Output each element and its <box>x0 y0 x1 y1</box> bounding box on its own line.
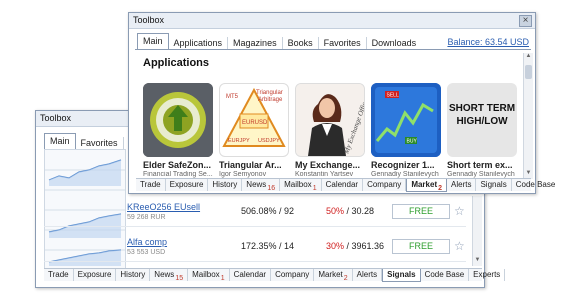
back-tab-main[interactable]: Main <box>44 133 76 150</box>
app-thumbnail[interactable] <box>143 83 213 157</box>
btab-trade[interactable]: Trade <box>136 179 166 191</box>
free-button[interactable]: FREE <box>392 239 450 254</box>
app-author: Gennadiy Stanilevych <box>371 171 439 178</box>
tab-main[interactable]: Main <box>137 33 169 50</box>
back-bottom-tabs: Trade Exposure History News15 Mailbox1 C… <box>44 268 506 282</box>
triangular-arbitrage-logo: MT5 Triangular Arbitrage EURUSD EURJPY U… <box>222 87 286 147</box>
app-author: Konstantin Yartsev <box>295 171 354 178</box>
btab-exposure[interactable]: Exposure <box>166 179 209 191</box>
app-card[interactable]: SELL BUY Recognizer 1... Gennadiy Stanil… <box>371 83 441 193</box>
back-btab-experts[interactable]: Experts <box>469 269 506 281</box>
app-name[interactable]: Elder SafeZon... <box>143 160 213 170</box>
section-title: Applications <box>143 57 210 69</box>
app-card[interactable]: MT5 Triangular Arbitrage EURUSD EURJPY U… <box>219 83 289 193</box>
btab-calendar[interactable]: Calendar <box>322 179 364 191</box>
btab-signals[interactable]: Signals <box>476 179 512 191</box>
mini-chart-area-1 <box>49 160 121 186</box>
btab-history[interactable]: History <box>208 179 243 191</box>
front-window-title: Toolbox × <box>129 13 535 29</box>
signal-drawdown-rest: / 30.28 <box>344 206 375 216</box>
btab-market[interactable]: Market2 <box>406 179 448 192</box>
back-scrollbar[interactable]: ▼ <box>472 196 482 266</box>
signal-growth: 506.08% / 92 <box>241 206 295 216</box>
front-bottom-tabs: Trade Exposure History News16 Mailbox1 C… <box>136 178 555 192</box>
app-card[interactable]: My Exchange Office My Exchange... Konsta… <box>295 83 365 193</box>
back-btab-company[interactable]: Company <box>271 269 315 281</box>
back-btab-calendar[interactable]: Calendar <box>230 269 272 281</box>
signal-growth: 172.35% / 14 <box>241 241 295 251</box>
btab-codebase[interactable]: Code Base <box>512 179 560 191</box>
front-toolbox-window: Toolbox × Main Applications Magazines Bo… <box>128 12 555 194</box>
app-author: Igor Semyonov <box>219 171 267 178</box>
app-name[interactable]: My Exchange... <box>295 160 365 170</box>
thumb-label-mt5: MT5 <box>226 94 239 100</box>
app-thumbnail[interactable]: SELL BUY <box>371 83 441 157</box>
signal-drawdown-pct: 30% <box>326 241 345 251</box>
signal-drawdown: 50% / 30.28 <box>326 206 374 216</box>
front-scrollbar[interactable]: ▲ ▼ <box>523 53 533 179</box>
app-thumbnail[interactable]: MT5 Triangular Arbitrage EURUSD EURJPY U… <box>219 83 289 157</box>
elder-safezone-logo <box>143 83 213 157</box>
back-btab-alerts[interactable]: Alerts <box>353 269 383 281</box>
scroll-down-arrow[interactable]: ▼ <box>473 257 482 266</box>
tabs-underline <box>135 49 531 50</box>
back-btab-history[interactable]: History <box>116 269 151 281</box>
recognizer-chart-art: SELL BUY <box>371 83 441 157</box>
thumb-label-arbitrage: Arbitrage <box>258 97 283 103</box>
thumb-label-sell: SELL <box>387 93 399 99</box>
back-btab-codebase[interactable]: Code Base <box>421 269 470 281</box>
short-term-thumb-line2: HIGH/LOW <box>456 116 508 127</box>
app-name[interactable]: Short term ex... <box>447 160 517 170</box>
app-thumbnail[interactable]: SHORT TERM HIGH/LOW <box>447 83 517 157</box>
btab-news[interactable]: News16 <box>242 179 281 192</box>
front-top-tabs: Main Applications Magazines Books Favori… <box>137 33 421 50</box>
thumb-label-triangular: Triangular <box>256 90 283 96</box>
balance-link[interactable]: Balance: 63.54 USD <box>447 37 529 47</box>
signal-sub: 59 268 RUR <box>127 214 166 221</box>
signal-drawdown-pct: 50% <box>326 206 345 216</box>
thumb-label-eurjpy: EURJPY <box>228 138 250 144</box>
front-window-title-text: Toolbox <box>133 15 165 25</box>
free-button[interactable]: FREE <box>392 204 450 219</box>
app-card[interactable]: SHORT TERM HIGH/LOW Short term ex... Gen… <box>447 83 517 193</box>
btab-mailbox[interactable]: Mailbox1 <box>280 179 322 192</box>
signal-row[interactable]: Alfa comp 53 553 USD 172.35% / 14 30% / … <box>44 233 466 262</box>
star-icon[interactable]: ☆ <box>454 204 465 218</box>
close-icon[interactable]: × <box>519 15 532 27</box>
back-btab-trade[interactable]: Trade <box>44 269 74 281</box>
thumb-label-eurusd: EURUSD <box>242 120 268 126</box>
back-btab-signals[interactable]: Signals <box>382 269 421 282</box>
signal-row[interactable]: KReeO256 EUsell 59 268 RUR 506.08% / 92 … <box>44 198 466 227</box>
thumb-label-buy: BUY <box>407 139 418 145</box>
signal-drawdown: 30% / 3961.36 <box>326 241 384 251</box>
app-name[interactable]: Recognizer 1... <box>371 160 441 170</box>
btab-company[interactable]: Company <box>363 179 407 191</box>
signal-drawdown-rest: / 3961.36 <box>344 241 385 251</box>
app-thumbnail[interactable]: My Exchange Office <box>295 83 365 157</box>
signal-name[interactable]: Alfa comp <box>127 237 167 247</box>
btab-alerts[interactable]: Alerts <box>447 179 477 191</box>
back-btab-news[interactable]: News15 <box>150 269 189 282</box>
my-exchange-office-art: My Exchange Office <box>296 84 364 156</box>
app-author: Financial Trading Se... <box>143 171 213 178</box>
back-btab-market[interactable]: Market2 <box>314 269 353 282</box>
thumb-label-usdjpy: USDJPY <box>258 138 280 144</box>
back-btab-exposure[interactable]: Exposure <box>74 269 117 281</box>
signal-sub: 53 553 USD <box>127 249 166 256</box>
app-author: Gennadiy Stanilevych <box>447 171 515 178</box>
short-term-thumb-line1: SHORT TERM <box>448 103 516 114</box>
back-btab-mailbox[interactable]: Mailbox1 <box>188 269 230 282</box>
scroll-thumb[interactable] <box>525 65 532 79</box>
app-name[interactable]: Triangular Ar... <box>219 160 289 170</box>
app-card[interactable]: Elder SafeZon... Financial Trading Se...… <box>143 83 213 193</box>
signal-name[interactable]: KReeO256 EUsell <box>127 202 200 212</box>
scroll-up-arrow[interactable]: ▲ <box>524 53 533 62</box>
star-icon[interactable]: ☆ <box>454 239 465 253</box>
